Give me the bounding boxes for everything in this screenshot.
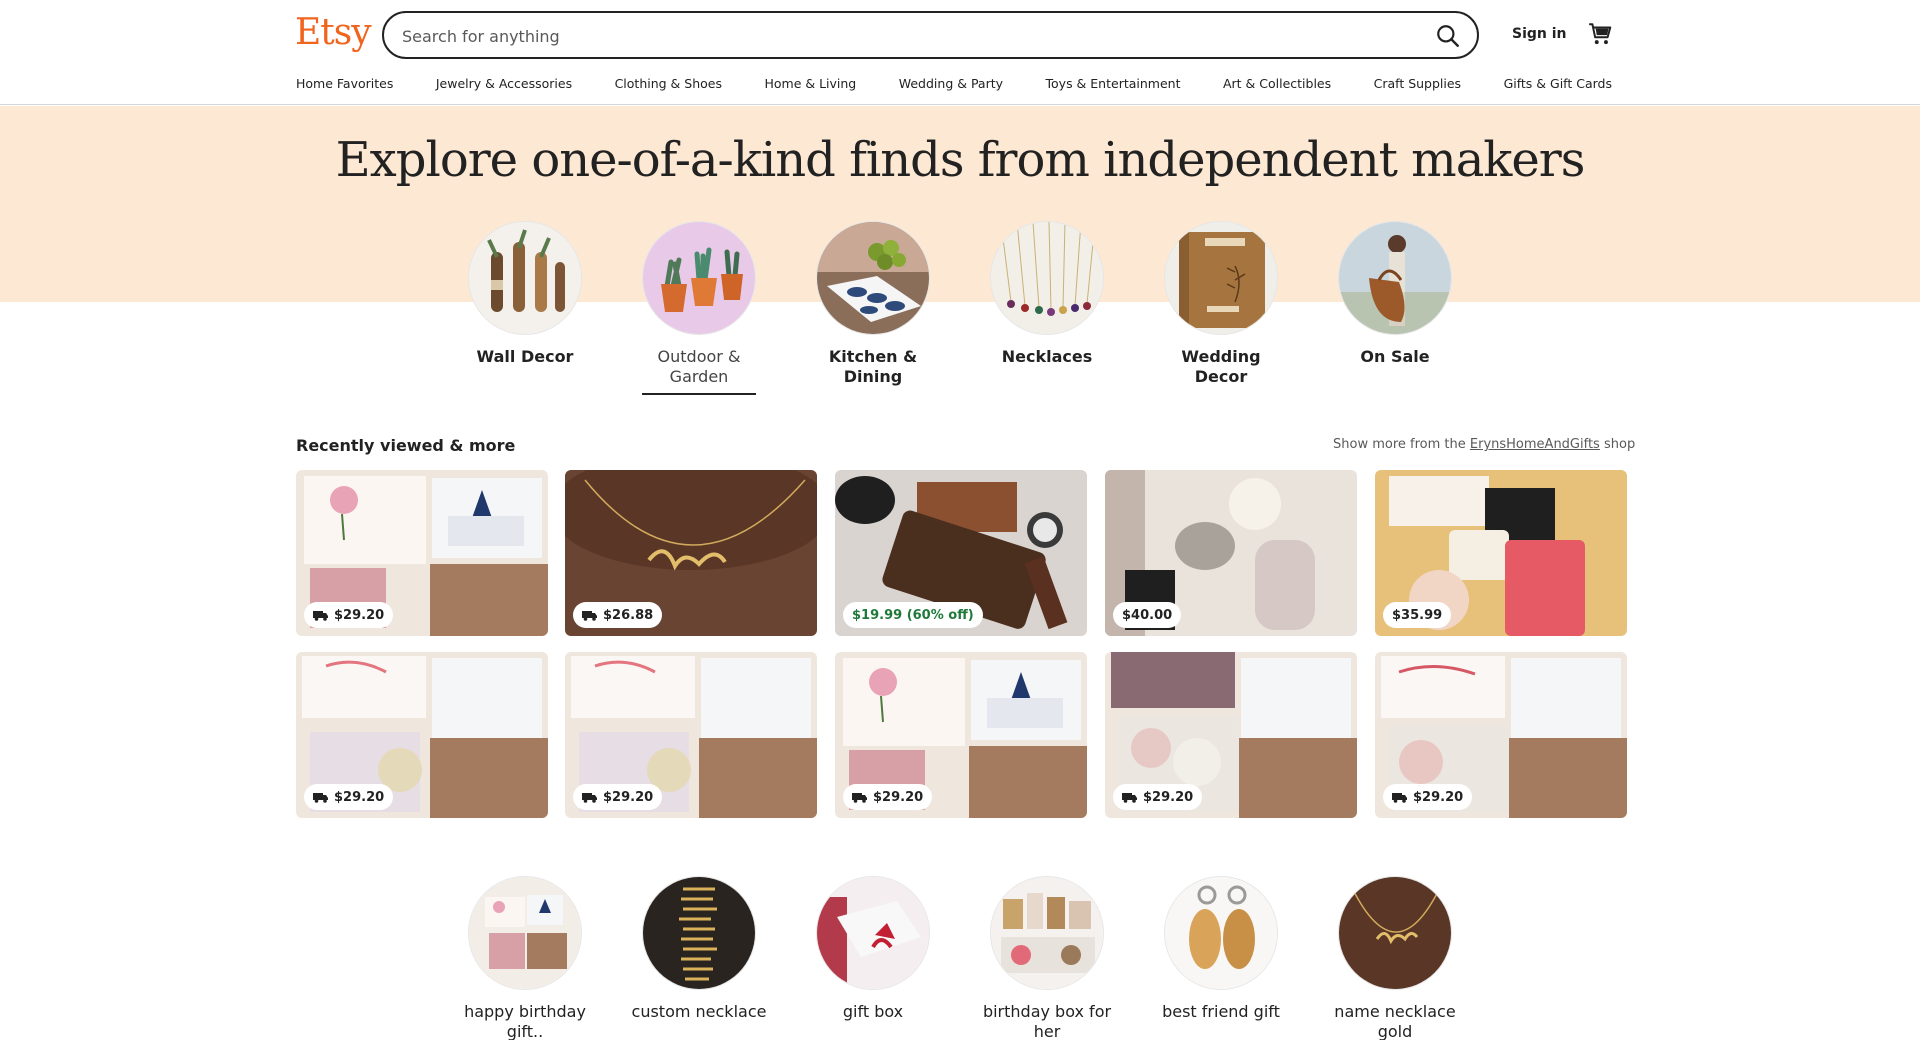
nav-gifts[interactable]: Gifts & Gift Cards bbox=[1504, 76, 1612, 98]
site-header: Etsy Sign in Home Favorites Jewelry & Ac… bbox=[0, 0, 1920, 105]
show-more-suffix: shop bbox=[1603, 437, 1636, 452]
nav-toys[interactable]: Toys & Entertainment bbox=[1046, 76, 1181, 98]
price-text: $35.99 bbox=[1392, 607, 1443, 623]
nav-wedding-party[interactable]: Wedding & Party bbox=[899, 76, 1003, 98]
price-badge: $29.20 bbox=[304, 784, 394, 810]
show-more-prefix: Show more from the bbox=[1333, 437, 1466, 452]
price-text: $29.20 bbox=[1143, 789, 1194, 805]
price-text: $29.20 bbox=[334, 607, 385, 623]
category-on-sale[interactable]: On Sale bbox=[1337, 221, 1453, 367]
section-title: Recently viewed & more bbox=[296, 436, 516, 455]
price-badge: $29.20 bbox=[573, 784, 663, 810]
suggestion-label: best friend gift bbox=[1162, 1002, 1280, 1021]
sign-in-link[interactable]: Sign in bbox=[1512, 26, 1567, 42]
category-wedding-decor[interactable]: Wedding Decor bbox=[1163, 221, 1279, 387]
category-outdoor-garden[interactable]: Outdoor & Garden bbox=[641, 221, 757, 395]
suggestion-image bbox=[642, 876, 756, 990]
price-badge: $26.88 bbox=[573, 602, 663, 628]
price-text: $29.20 bbox=[1413, 789, 1464, 805]
free-shipping-truck-icon bbox=[582, 793, 597, 803]
category-label: Outdoor & Garden bbox=[657, 347, 741, 386]
free-shipping-truck-icon bbox=[313, 793, 328, 803]
listing-card[interactable]: $35.99 bbox=[1375, 470, 1627, 636]
listing-card[interactable]: $19.99 (60% off) bbox=[835, 470, 1087, 636]
free-shipping-truck-icon bbox=[582, 611, 597, 621]
show-more-shop: Show more from the ErynsHomeAndGifts sho… bbox=[1333, 437, 1635, 452]
search-input[interactable] bbox=[402, 23, 1382, 49]
search-bar[interactable] bbox=[382, 11, 1479, 59]
search-suggestion[interactable]: best friend gift bbox=[1151, 876, 1291, 1022]
suggestion-label: happy birthday gift.. bbox=[464, 1002, 586, 1040]
nav-craft[interactable]: Craft Supplies bbox=[1374, 76, 1461, 98]
category-label: Necklaces bbox=[1001, 347, 1093, 366]
category-nav: Home Favorites Jewelry & Accessories Clo… bbox=[296, 76, 1612, 98]
suggestion-label: birthday box for her bbox=[982, 1002, 1112, 1040]
listing-card[interactable]: $26.88 bbox=[565, 470, 817, 636]
listing-card[interactable]: $29.20 bbox=[1105, 652, 1357, 818]
nav-clothing[interactable]: Clothing & Shoes bbox=[615, 76, 722, 98]
search-suggestion[interactable]: happy birthday gift.. bbox=[455, 876, 595, 1040]
price-text: $29.20 bbox=[334, 789, 385, 805]
nav-jewelry[interactable]: Jewelry & Accessories bbox=[436, 76, 572, 98]
search-suggestion[interactable]: name necklace gold bbox=[1325, 876, 1465, 1040]
category-necklaces[interactable]: Necklaces bbox=[989, 221, 1105, 367]
category-image bbox=[1338, 221, 1452, 335]
search-suggestion[interactable]: birthday box for her bbox=[977, 876, 1117, 1040]
shop-link[interactable]: ErynsHomeAndGifts bbox=[1470, 437, 1600, 452]
listing-card[interactable]: $29.20 bbox=[296, 470, 548, 636]
category-image bbox=[642, 221, 756, 335]
price-badge: $19.99 (60% off) bbox=[843, 602, 983, 628]
nav-home-favorites[interactable]: Home Favorites bbox=[296, 76, 393, 98]
free-shipping-truck-icon bbox=[313, 611, 328, 621]
suggestion-label: custom necklace bbox=[631, 1002, 767, 1021]
category-circles: Wall Decor Outdoor & Garden Kitchen & Di… bbox=[0, 221, 1920, 401]
listing-card[interactable]: $40.00 bbox=[1105, 470, 1357, 636]
price-badge: $29.20 bbox=[1383, 784, 1473, 810]
category-label: Wedding Decor bbox=[1181, 347, 1261, 386]
price-badge: $29.20 bbox=[843, 784, 933, 810]
price-badge: $29.20 bbox=[304, 602, 394, 628]
listing-card[interactable]: $29.20 bbox=[565, 652, 817, 818]
suggestion-image bbox=[816, 876, 930, 990]
popular-searches: happy birthday gift.. custom necklace gi… bbox=[0, 876, 1920, 1040]
suggestion-label: gift box bbox=[842, 1002, 904, 1021]
price-badge: $29.20 bbox=[1113, 784, 1203, 810]
suggestion-image bbox=[1338, 876, 1452, 990]
category-image bbox=[468, 221, 582, 335]
category-image bbox=[990, 221, 1104, 335]
price-text: $29.20 bbox=[603, 789, 654, 805]
category-label: On Sale bbox=[1360, 347, 1430, 366]
nav-art[interactable]: Art & Collectibles bbox=[1223, 76, 1331, 98]
free-shipping-truck-icon bbox=[1122, 793, 1137, 803]
suggestion-image bbox=[1164, 876, 1278, 990]
active-underline bbox=[642, 393, 756, 395]
cart-icon[interactable] bbox=[1587, 21, 1613, 47]
category-wall-decor[interactable]: Wall Decor bbox=[467, 221, 583, 367]
suggestion-image bbox=[990, 876, 1104, 990]
category-kitchen-dining[interactable]: Kitchen & Dining bbox=[815, 221, 931, 387]
price-text: $19.99 (60% off) bbox=[852, 607, 974, 623]
etsy-logo[interactable]: Etsy bbox=[295, 12, 372, 53]
search-suggestion[interactable]: gift box bbox=[803, 876, 943, 1022]
free-shipping-truck-icon bbox=[1392, 793, 1407, 803]
suggestion-label: name necklace gold bbox=[1334, 1002, 1456, 1040]
listing-card[interactable]: $29.20 bbox=[835, 652, 1087, 818]
listing-card[interactable]: $29.20 bbox=[1375, 652, 1627, 818]
price-badge: $35.99 bbox=[1383, 602, 1452, 628]
listing-card[interactable]: $29.20 bbox=[296, 652, 548, 818]
nav-home-living[interactable]: Home & Living bbox=[764, 76, 856, 98]
suggestion-image bbox=[468, 876, 582, 990]
category-label: Wall Decor bbox=[476, 347, 574, 366]
category-image bbox=[816, 221, 930, 335]
price-text: $40.00 bbox=[1122, 607, 1173, 623]
search-icon[interactable] bbox=[1435, 23, 1461, 49]
free-shipping-truck-icon bbox=[852, 793, 867, 803]
search-suggestion[interactable]: custom necklace bbox=[629, 876, 769, 1022]
price-text: $26.88 bbox=[603, 607, 654, 623]
price-text: $29.20 bbox=[873, 789, 924, 805]
category-label: Kitchen & Dining bbox=[828, 347, 918, 386]
price-badge: $40.00 bbox=[1113, 602, 1182, 628]
category-image bbox=[1164, 221, 1278, 335]
hero-title: Explore one-of-a-kind finds from indepen… bbox=[335, 132, 1586, 188]
